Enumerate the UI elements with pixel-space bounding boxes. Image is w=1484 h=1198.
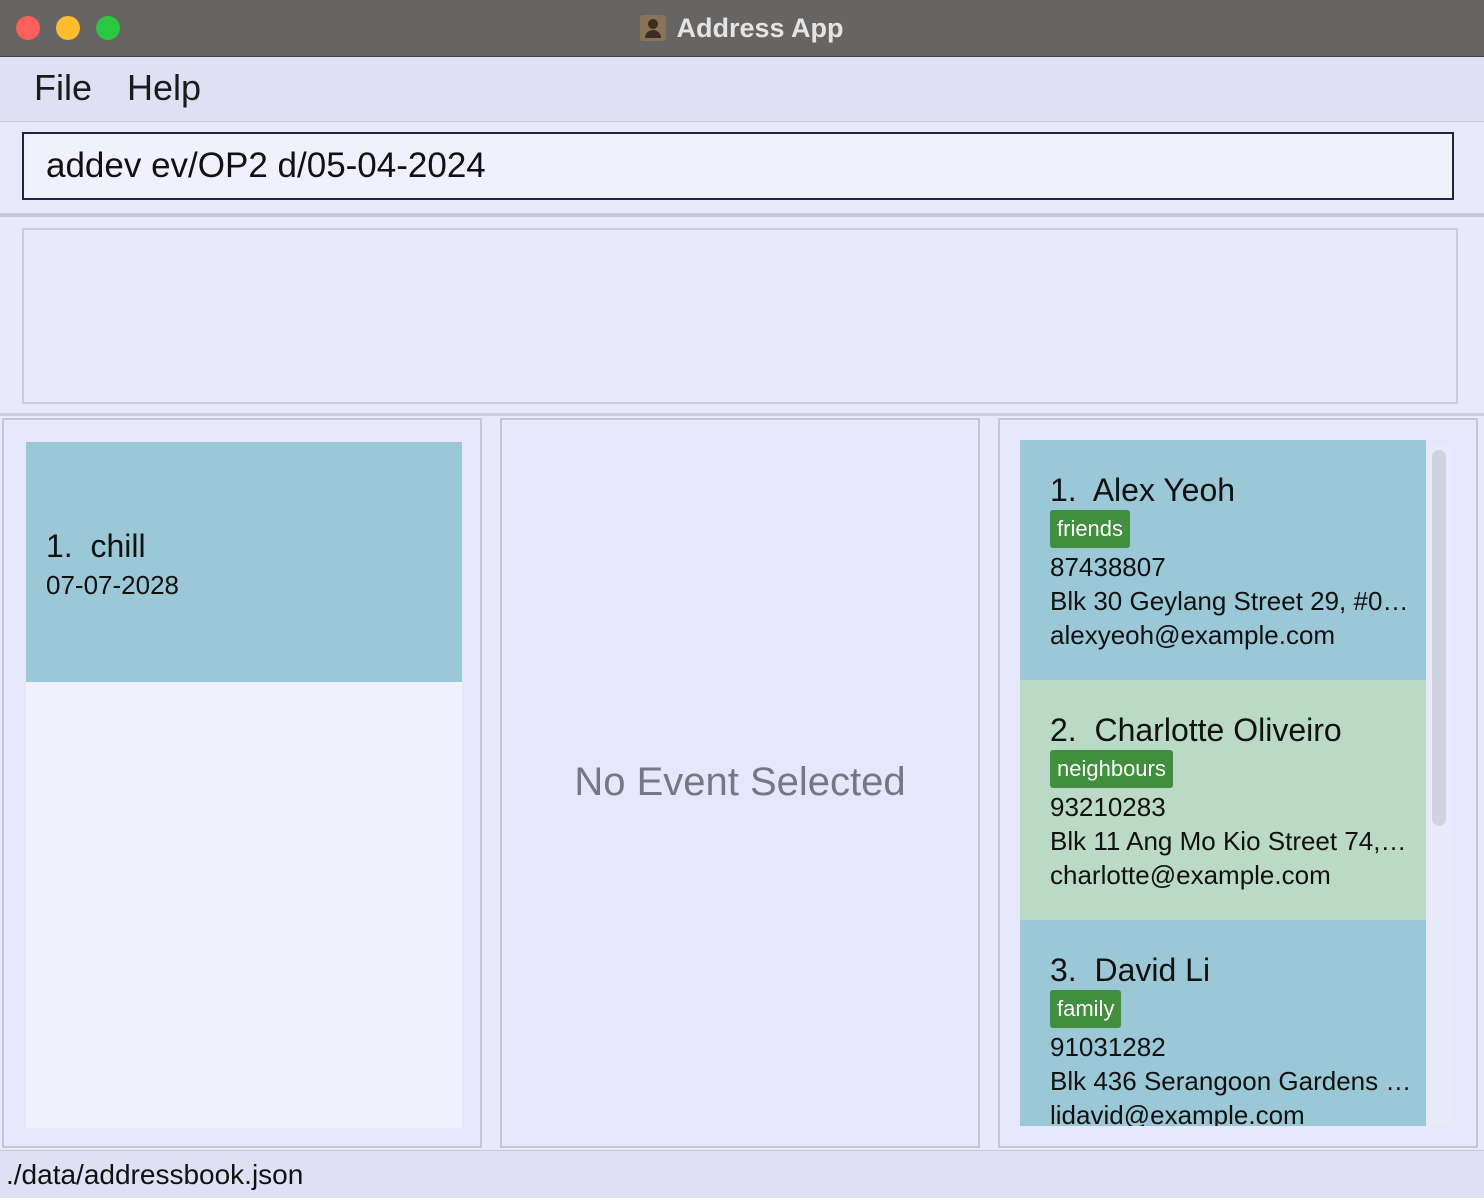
person-index: 3. xyxy=(1050,952,1077,988)
person-index: 2. xyxy=(1050,712,1077,748)
event-detail-panel: No Event Selected xyxy=(500,418,980,1148)
menu-bar: File Help xyxy=(0,57,1484,122)
window-title-group: Address App xyxy=(0,0,1484,56)
address-book-icon xyxy=(640,15,667,41)
person-address: Blk 30 Geylang Street 29, #06-... xyxy=(1050,586,1412,616)
event-list[interactable]: 1. chill 07-07-2028 xyxy=(26,442,462,1128)
person-name-text: Alex Yeoh xyxy=(1092,472,1236,508)
person-phone: 87438807 xyxy=(1050,552,1166,582)
person-phone: 91031282 xyxy=(1050,1032,1166,1062)
event-date: 07-07-2028 xyxy=(46,570,179,600)
person-list-scrollbar[interactable] xyxy=(1428,446,1450,1126)
person-tag: neighbours xyxy=(1050,750,1173,788)
result-display xyxy=(22,228,1458,404)
person-email: charlotte@example.com xyxy=(1050,860,1331,890)
person-index: 1. xyxy=(1050,472,1077,508)
event-name: chill xyxy=(90,528,146,564)
event-title: 1. chill xyxy=(46,528,146,565)
scrollbar-thumb[interactable] xyxy=(1432,450,1446,826)
menu-help[interactable]: Help xyxy=(127,67,201,109)
person-name-text: Charlotte Oliveiro xyxy=(1094,712,1342,748)
person-name: 3. David Li xyxy=(1050,952,1210,989)
event-card[interactable]: 1. chill 07-07-2028 xyxy=(26,442,462,682)
menu-file[interactable]: File xyxy=(34,67,92,109)
divider xyxy=(0,413,1484,416)
divider xyxy=(0,213,1484,217)
person-address: Blk 436 Serangoon Gardens St... xyxy=(1050,1066,1412,1096)
person-card[interactable]: 1. Alex Yeoh friends 87438807 Blk 30 Gey… xyxy=(1020,440,1426,680)
person-phone: 93210283 xyxy=(1050,792,1166,822)
person-card[interactable]: 3. David Li family 91031282 Blk 436 Sera… xyxy=(1020,920,1426,1126)
event-index: 1. xyxy=(46,528,73,564)
command-input[interactable] xyxy=(22,132,1454,200)
person-list[interactable]: 1. Alex Yeoh friends 87438807 Blk 30 Gey… xyxy=(1020,440,1426,1126)
person-list-panel: 1. Alex Yeoh friends 87438807 Blk 30 Gey… xyxy=(998,418,1478,1148)
person-name-text: David Li xyxy=(1094,952,1211,988)
event-list-panel: 1. chill 07-07-2028 xyxy=(2,418,482,1148)
title-bar[interactable]: Address App xyxy=(0,0,1484,57)
status-bar: ./data/addressbook.json xyxy=(0,1150,1484,1198)
person-name: 1. Alex Yeoh xyxy=(1050,472,1235,509)
person-tag: family xyxy=(1050,990,1122,1028)
save-location-path: ./data/addressbook.json xyxy=(6,1159,304,1190)
person-name: 2. Charlotte Oliveiro xyxy=(1050,712,1342,749)
person-address: Blk 11 Ang Mo Kio Street 74, #1... xyxy=(1050,826,1412,856)
window-title: Address App xyxy=(676,12,844,43)
address-app-window: Address App File Help 1. chill 07-07-202… xyxy=(0,0,1484,1198)
person-email: alexyeoh@example.com xyxy=(1050,620,1336,650)
command-box xyxy=(0,122,1484,214)
person-tag: friends xyxy=(1050,510,1131,548)
no-event-placeholder: No Event Selected xyxy=(574,760,906,804)
person-card[interactable]: 2. Charlotte Oliveiro neighbours 9321028… xyxy=(1020,680,1426,920)
person-email: lidavid@example.com xyxy=(1050,1100,1305,1126)
